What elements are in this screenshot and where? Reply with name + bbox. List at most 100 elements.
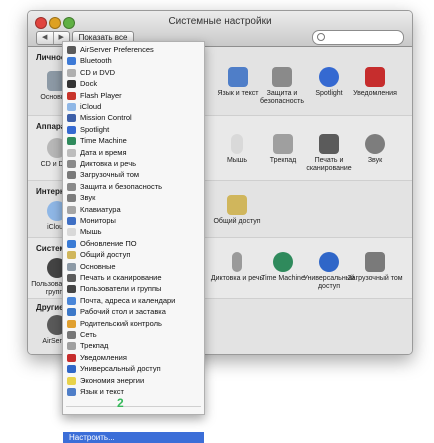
menu-item-label: Экономия энергии [80, 375, 145, 385]
pane-label: Трекпад [269, 157, 297, 164]
menu-item[interactable]: Уведомления [63, 353, 204, 363]
pref-pane-icon [67, 114, 76, 123]
menu-item-label: Диктовка и речь [80, 159, 137, 168]
menu-item-label: Flash Player [80, 90, 122, 100]
pane-label: Уведомления [353, 90, 397, 97]
pane-sharing[interactable]: Общий доступ [208, 195, 266, 226]
pref-pane-icon [67, 331, 76, 339]
menu-item-label: Сеть [80, 330, 97, 339]
menu-item-label: Spotlight [80, 124, 110, 134]
menu-item[interactable]: CD и DVD [63, 68, 204, 78]
menu-item-label: Уведомления [80, 352, 127, 362]
folder-icon [227, 195, 247, 215]
menu-item[interactable]: Клавиатура [63, 205, 204, 215]
pref-pane-icon [67, 80, 76, 89]
menu-item[interactable]: Общий доступ [63, 250, 204, 260]
menu-item[interactable]: iCloud [63, 102, 204, 112]
menu-item[interactable]: Основные [63, 262, 204, 272]
search-input[interactable] [312, 30, 404, 45]
menu-item-label: Общий доступ [80, 250, 131, 260]
pref-pane-icon [67, 262, 76, 271]
menu-item[interactable]: Печать и сканирование [63, 273, 204, 283]
menu-item[interactable]: Универсальный доступ [63, 364, 204, 374]
menu-item-label: Трекпад [80, 341, 109, 351]
pref-pane-icon [67, 91, 76, 100]
pane-label: Общий доступ [213, 218, 261, 225]
time-machine-icon [273, 252, 293, 272]
menu-item-label: Почта, адреса и календари [80, 295, 176, 305]
menu-item[interactable]: Дата и время [63, 148, 204, 158]
pref-pane-icon [67, 171, 76, 180]
menu-item[interactable]: Пользователи и группы [63, 284, 204, 294]
back-button[interactable]: ◀ [37, 32, 54, 44]
window-title: Системные настройки [168, 16, 272, 27]
speaker-icon [365, 134, 385, 154]
pref-pane-icon [67, 125, 76, 134]
menu-item-label: Мышь [80, 227, 102, 237]
microphone-icon [232, 252, 242, 272]
pref-pane-icon [67, 217, 76, 225]
pref-pane-icon [67, 388, 76, 396]
pref-pane-icon [67, 342, 76, 351]
pref-pane-icon [67, 68, 76, 77]
menu-item-label: Загрузочный том [80, 170, 140, 180]
pref-pane-icon [67, 353, 76, 362]
mouse-icon [231, 134, 243, 154]
menu-item[interactable]: AirServer Preferences [63, 45, 204, 55]
menu-item[interactable]: Почта, адреса и календари [63, 296, 204, 306]
menu-item-label: Звук [80, 193, 96, 203]
menu-item[interactable]: Мониторы [63, 216, 204, 226]
menu-item[interactable]: Time Machine [63, 136, 204, 146]
pref-pane-icon [67, 103, 76, 111]
pane-label: Spotlight [315, 90, 343, 97]
menu-item[interactable]: Mission Control [63, 113, 204, 123]
pref-pane-icon [67, 160, 76, 168]
menu-item[interactable]: Spotlight [63, 125, 204, 135]
menu-item[interactable]: Bluetooth [63, 56, 204, 66]
menu-item-label: AirServer Preferences [80, 45, 154, 54]
menu-item-label: Dock [80, 79, 98, 89]
menu-item[interactable]: Язык и текст [63, 387, 204, 397]
menu-item[interactable]: Диктовка и речь [63, 159, 204, 169]
menu-item-label: Мониторы [80, 216, 116, 225]
menu-item[interactable]: Экономия энергии [63, 376, 204, 386]
menu-item[interactable]: Защита и безопасность [63, 182, 204, 192]
menu-separator [66, 406, 201, 407]
pref-pane-icon [67, 46, 76, 54]
disk-icon [365, 252, 385, 272]
menu-item[interactable]: Сеть [63, 330, 204, 340]
menu-item[interactable]: Рабочий стол и заставка [63, 307, 204, 317]
pane-notifications[interactable]: Уведомления [346, 67, 404, 98]
pref-pane-icon [67, 365, 76, 374]
menu-item[interactable]: Звук [63, 193, 204, 203]
menu-item[interactable]: Мышь [63, 227, 204, 237]
menu-item-label: Пользователи и группы [80, 284, 162, 294]
menu-item-label: Time Machine [80, 136, 127, 146]
menu-item-customize[interactable]: Настроить... [63, 432, 204, 443]
language-icon [228, 67, 248, 87]
menu-item[interactable]: Обновление ПО [63, 239, 204, 249]
annotation-number: 2 [117, 396, 124, 410]
menu-item-label: Mission Control [80, 113, 132, 123]
spotlight-icon [319, 67, 339, 87]
menu-item-label: Печать и сканирование [80, 273, 162, 282]
show-all-dropdown-menu: AirServer Preferences Bluetooth CD и DVD Do… [62, 41, 205, 443]
pane-startup-disk[interactable]: Загрузочный том [346, 252, 404, 283]
notifications-icon [365, 67, 385, 87]
pane-label: Загрузочный том [347, 275, 403, 282]
menu-item[interactable]: Flash Player [63, 91, 204, 101]
pane-label: Time Machine [261, 275, 305, 282]
menu-item[interactable]: Трекпад [63, 341, 204, 351]
menu-item[interactable]: Загрузочный том [63, 170, 204, 180]
house-lock-icon [272, 67, 292, 87]
menu-item-label: Рабочий стол и заставка [80, 307, 166, 317]
pane-label: Защита и безопасность [260, 90, 304, 105]
pane-sound[interactable]: Звук [346, 134, 404, 165]
menu-item[interactable]: Родительский контроль [63, 319, 204, 329]
menu-item[interactable]: Dock [63, 79, 204, 89]
pref-pane-icon [67, 194, 76, 203]
pref-pane-icon [67, 319, 76, 328]
menu-item-label: Защита и безопасность [80, 181, 163, 191]
pref-pane-icon [67, 308, 76, 317]
menu-item-label: Дата и время [80, 147, 127, 157]
